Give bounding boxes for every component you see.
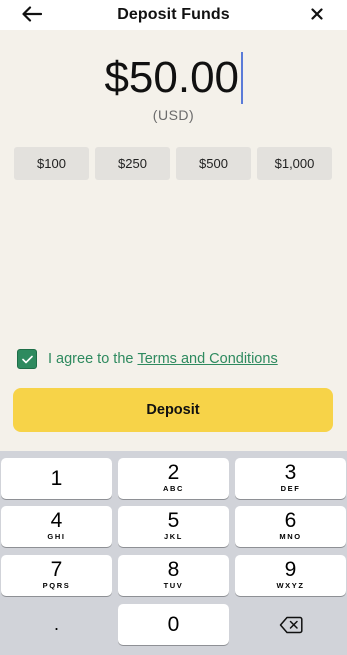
key-digit: 2 <box>167 461 180 484</box>
amount-field[interactable]: $50.00 <box>0 50 347 110</box>
page-title: Deposit Funds <box>117 6 230 23</box>
terms-agreement-label: I agree to the <box>48 351 134 367</box>
key-letters: GHI <box>47 532 66 541</box>
text-cursor <box>241 52 243 104</box>
deposit-button[interactable]: Deposit <box>13 388 333 432</box>
key-decimal[interactable]: . <box>1 604 112 645</box>
key-6[interactable]: 6 MNO <box>235 506 346 547</box>
key-digit: 1 <box>50 466 63 490</box>
currency-label: (USD) <box>152 107 195 123</box>
key-digit: 8 <box>167 558 180 581</box>
preset-button-250[interactable]: $250 <box>95 147 170 180</box>
amount-value: $50.00 <box>104 53 240 102</box>
key-3[interactable]: 3 DEF <box>235 458 346 499</box>
key-digit: 0 <box>167 612 180 636</box>
key-1[interactable]: 1 <box>1 458 112 499</box>
key-digit: 3 <box>284 461 297 484</box>
terms-link[interactable]: Terms and Conditions <box>137 351 277 367</box>
preset-button-500[interactable]: $500 <box>176 147 251 180</box>
key-letters: MNO <box>279 532 302 541</box>
terms-checkbox[interactable] <box>17 349 37 369</box>
checkmark-icon <box>21 355 33 363</box>
key-letters: ABC <box>162 484 185 493</box>
header: Deposit Funds <box>0 0 347 30</box>
key-letters: WXYZ <box>276 581 305 590</box>
key-digit: 7 <box>50 558 63 581</box>
preset-button-100[interactable]: $100 <box>14 147 89 180</box>
key-letters: PQRS <box>42 581 71 590</box>
key-9[interactable]: 9 WXYZ <box>235 555 346 596</box>
key-backspace[interactable] <box>235 604 346 645</box>
terms-agreement: I agree to the Terms and Conditions <box>17 349 278 369</box>
preset-button-1000[interactable]: $1,000 <box>257 147 332 180</box>
close-icon <box>311 8 323 20</box>
key-digit: 4 <box>50 509 63 532</box>
key-letters: JKL <box>164 532 183 541</box>
key-letters: TUV <box>163 581 184 590</box>
key-5[interactable]: 5 JKL <box>118 506 229 547</box>
key-4[interactable]: 4 GHI <box>1 506 112 547</box>
decimal-point: . <box>53 614 59 634</box>
close-button[interactable] <box>307 3 327 25</box>
key-7[interactable]: 7 PQRS <box>1 555 112 596</box>
backspace-icon <box>279 616 303 633</box>
key-digit: 5 <box>167 509 180 532</box>
key-letters: DEF <box>280 484 301 493</box>
key-2[interactable]: 2 ABC <box>118 458 229 499</box>
numeric-keypad: 1 2 ABC 3 DEF 4 GHI 5 JKL 6 MNO 7 PQRS 8… <box>0 451 347 655</box>
preset-amounts: $100 $250 $500 $1,000 <box>14 147 332 180</box>
key-digit: 9 <box>284 558 297 581</box>
key-0[interactable]: 0 <box>118 604 229 645</box>
key-digit: 6 <box>284 509 297 532</box>
key-8[interactable]: 8 TUV <box>118 555 229 596</box>
